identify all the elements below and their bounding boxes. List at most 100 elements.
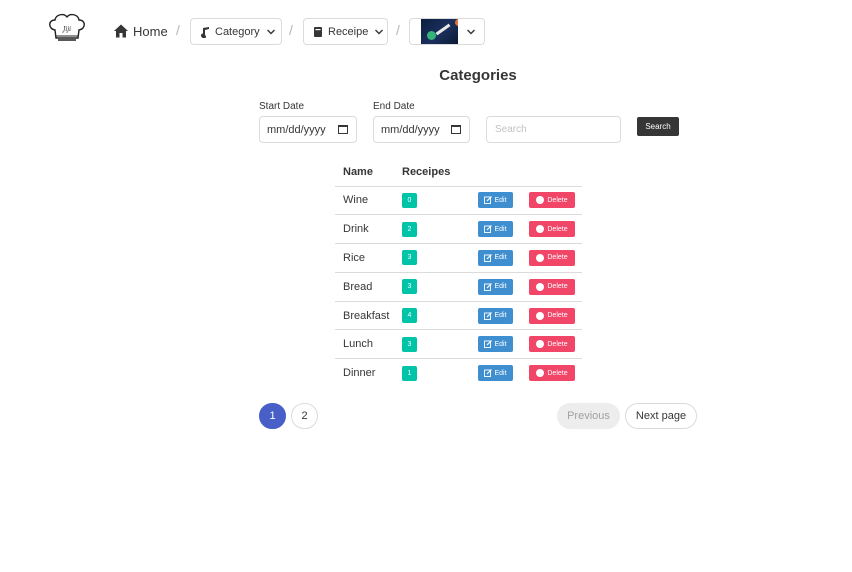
categories-table: Name Receipes Wine 0 Edit Delete Drink 2 Edit D…: [335, 158, 582, 388]
edit-button-label: Edit: [494, 369, 507, 377]
edit-button[interactable]: Edit: [478, 221, 513, 238]
table-header-row: Name Receipes: [335, 158, 582, 187]
column-header-name: Name: [335, 158, 394, 187]
table-row: Bread 3 Edit Delete: [335, 272, 582, 302]
delete-cell: Delete: [521, 214, 582, 245]
delete-button[interactable]: Delete: [529, 192, 575, 209]
table-row: Drink 2 Edit Delete: [335, 214, 582, 245]
breadcrumb-separator: /: [396, 22, 400, 38]
edit-cell: Edit: [470, 186, 521, 216]
edit-icon: [484, 254, 493, 262]
edit-button[interactable]: Edit: [478, 249, 513, 266]
delete-cell: Delete: [521, 272, 582, 302]
breadcrumb-separator: /: [176, 22, 180, 38]
edit-cell: Edit: [470, 243, 521, 273]
start-date-label: Start Date: [259, 101, 305, 112]
delete-button-label: Delete: [547, 312, 568, 320]
delete-button-label: Delete: [547, 283, 568, 291]
table-row: Lunch 3 Edit Delete: [335, 329, 582, 360]
next-page-button[interactable]: Next page: [625, 403, 697, 429]
edit-button[interactable]: Edit: [478, 278, 513, 295]
breadcrumb-separator: /: [289, 22, 293, 38]
search-button[interactable]: Search: [637, 117, 679, 136]
page-2-button[interactable]: 2: [291, 403, 318, 429]
delete-button[interactable]: Delete: [529, 278, 575, 295]
category-name: Lunch: [335, 329, 394, 360]
edit-button[interactable]: Edit: [478, 336, 513, 353]
start-date-input[interactable]: mm/dd/yyyy: [259, 116, 357, 143]
receipe-count-cell: 2: [394, 214, 470, 245]
calendar-icon[interactable]: [338, 125, 348, 134]
edit-icon: [484, 369, 493, 378]
delete-button-label: Delete: [547, 196, 568, 204]
breadcrumb-home-label: Home: [133, 23, 168, 39]
delete-icon: [536, 340, 545, 349]
category-name: Bread: [335, 272, 394, 302]
receipe-count-badge: 2: [402, 221, 417, 237]
page-title: Categories: [439, 67, 517, 84]
edit-button-label: Edit: [494, 312, 507, 320]
svg-text:Jiji: Jiji: [61, 26, 71, 33]
delete-button[interactable]: Delete: [529, 365, 575, 382]
edit-button[interactable]: Edit: [478, 192, 513, 209]
delete-cell: Delete: [521, 243, 582, 273]
previous-page-button: Previous: [557, 403, 620, 429]
receipe-dropdown[interactable]: Receipe: [303, 18, 388, 45]
delete-icon: [536, 369, 545, 378]
edit-icon: [484, 311, 493, 320]
delete-button-label: Delete: [547, 254, 568, 262]
delete-button-label: Delete: [547, 369, 568, 377]
category-dropdown-label: Category: [215, 25, 260, 38]
chevron-down-icon: [374, 27, 384, 37]
end-date-value: mm/dd/yyyy: [381, 123, 440, 136]
music-note-icon: [199, 26, 211, 38]
edit-icon: [484, 282, 493, 291]
delete-icon: [536, 225, 545, 234]
user-image-dropdown[interactable]: [409, 18, 485, 45]
breadcrumb-home[interactable]: Home: [113, 22, 168, 40]
column-header-edit: [470, 158, 521, 187]
end-date-input[interactable]: mm/dd/yyyy: [373, 116, 470, 143]
delete-button[interactable]: Delete: [529, 221, 575, 238]
delete-button[interactable]: Delete: [529, 307, 575, 324]
delete-icon: [536, 196, 545, 205]
delete-cell: Delete: [521, 359, 582, 388]
receipe-count-badge: 3: [402, 250, 417, 266]
search-input[interactable]: [486, 116, 621, 143]
column-header-receipes: Receipes: [394, 158, 470, 187]
delete-button[interactable]: Delete: [529, 336, 575, 353]
book-icon: [312, 26, 324, 38]
receipe-count-cell: 0: [394, 186, 470, 216]
page-1-button[interactable]: 1: [259, 403, 286, 429]
edit-button-label: Edit: [494, 225, 507, 233]
receipe-count-cell: 3: [394, 243, 470, 273]
chef-hat-logo-icon[interactable]: Jiji: [46, 12, 88, 44]
receipe-count-cell: 1: [394, 359, 470, 388]
receipe-count-badge: 3: [402, 279, 417, 295]
table-row: Wine 0 Edit Delete: [335, 186, 582, 216]
delete-icon: [536, 311, 545, 320]
home-icon: [114, 24, 128, 38]
receipe-count-badge: 3: [402, 336, 417, 352]
delete-icon: [536, 282, 545, 291]
column-header-delete: [521, 158, 582, 187]
edit-cell: Edit: [470, 359, 521, 388]
edit-button[interactable]: Edit: [478, 365, 513, 382]
calendar-icon[interactable]: [451, 125, 461, 134]
edit-cell: Edit: [470, 272, 521, 302]
delete-button-label: Delete: [547, 225, 568, 233]
edit-button[interactable]: Edit: [478, 307, 513, 324]
category-name: Dinner: [343, 367, 376, 380]
edit-cell: Edit: [470, 214, 521, 245]
receipe-dropdown-label: Receipe: [328, 25, 369, 38]
edit-icon: [484, 196, 493, 205]
delete-button[interactable]: Delete: [529, 249, 575, 266]
edit-button-label: Edit: [494, 283, 507, 291]
edit-button-label: Edit: [494, 196, 507, 204]
table-row: Rice 3 Edit Delete: [335, 243, 582, 273]
chevron-down-icon: [266, 27, 276, 37]
edit-button-label: Edit: [494, 340, 507, 348]
receipe-count-cell: 3: [394, 329, 470, 360]
table-row: Dinner 1 Edit Delete: [335, 359, 582, 388]
category-dropdown[interactable]: Category: [190, 18, 282, 45]
